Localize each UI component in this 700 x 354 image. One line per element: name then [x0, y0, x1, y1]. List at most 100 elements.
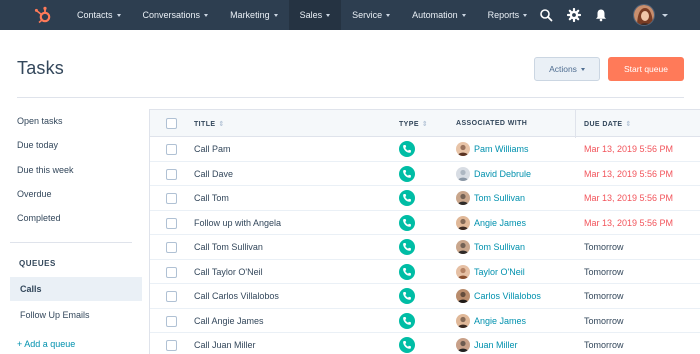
associated-contact-link[interactable]: Tom Sullivan: [474, 242, 525, 252]
bell-icon[interactable]: [594, 8, 608, 22]
due-date: Tomorrow: [584, 266, 624, 277]
sidebar-item-completed[interactable]: Completed: [17, 213, 61, 223]
chevron-down-icon: [461, 13, 466, 17]
phone-icon: [399, 190, 415, 206]
gear-icon[interactable]: [567, 8, 581, 22]
actions-button[interactable]: Actions: [534, 57, 600, 81]
table-row[interactable]: Call Tom Sullivan Tom Sullivan Tomorrow: [150, 235, 700, 260]
page-title: Tasks: [17, 58, 65, 78]
nav-item-label: Sales: [299, 10, 323, 20]
associated-contact-link[interactable]: Angie James: [474, 316, 526, 326]
column-header-title[interactable]: TITLE ⇕: [194, 120, 225, 128]
associated-contact-link[interactable]: Angie James: [474, 218, 526, 228]
task-title[interactable]: Call Pam: [194, 144, 231, 154]
task-title[interactable]: Call Juan Miller: [194, 340, 256, 350]
row-checkbox[interactable]: [166, 266, 177, 278]
row-checkbox[interactable]: [166, 217, 177, 229]
task-title[interactable]: Follow up with Angela: [194, 218, 281, 228]
nav-item-sales[interactable]: Sales: [288, 0, 342, 30]
chevron-down-icon: [580, 67, 585, 71]
chevron-down-icon: [273, 13, 278, 17]
table-row[interactable]: Call Carlos Villalobos Carlos Villalobos T…: [150, 284, 700, 309]
associated-contact-link[interactable]: Carlos Villalobos: [474, 291, 541, 301]
sidebar-item-label: Calls: [20, 284, 42, 294]
contact-avatar: [456, 215, 470, 230]
sort-icon: ⇕: [218, 121, 225, 128]
phone-icon: [399, 165, 415, 182]
table-row[interactable]: Call Tom Tom Sullivan Mar 13, 2019 5:56 PM: [150, 186, 700, 211]
task-title[interactable]: Call Carlos Villalobos: [194, 291, 279, 301]
add-queue-link[interactable]: + Add a queue: [17, 339, 75, 349]
row-checkbox[interactable]: [166, 291, 177, 302]
column-header-due-date[interactable]: DUE DATE ⇕: [584, 120, 632, 128]
phone-icon: [399, 263, 415, 280]
task-title[interactable]: Call Dave: [194, 169, 233, 179]
table-header: TITLE ⇕ TYPE ⇕ ASSOCIATED WITH DUE DATE ⇕: [150, 109, 700, 138]
due-date: Mar 13, 2019 5:56 PM: [584, 144, 674, 154]
row-checkbox[interactable]: [166, 193, 177, 204]
table-row[interactable]: Call Juan Miller Juan Miller Tomorrow: [150, 333, 700, 354]
due-date: Tomorrow: [584, 242, 624, 252]
contact-avatar: [456, 240, 470, 254]
table-row[interactable]: Call Angie James Angie James Tomorrow: [150, 309, 700, 333]
row-checkbox[interactable]: [166, 315, 177, 327]
table-row[interactable]: Call Pam Pam Williams Mar 13, 2019 5:56 PM: [150, 137, 700, 162]
associated-contact-link[interactable]: Tom Sullivan: [474, 193, 525, 203]
contact-avatar: [456, 142, 470, 156]
contact-avatar: [456, 289, 470, 303]
contact-avatar: [456, 338, 470, 352]
nav-item-marketing[interactable]: Marketing: [219, 0, 289, 30]
sidebar-item-due-this-week[interactable]: Due this week: [17, 165, 74, 175]
nav-item-service[interactable]: Service: [341, 0, 401, 30]
task-title[interactable]: Call Tom: [194, 193, 229, 203]
top-nav: Contacts Conversations Marketing Sales Servi…: [0, 0, 700, 30]
due-date: Mar 13, 2019 5:56 PM: [584, 217, 674, 228]
table-row[interactable]: Call Taylor O'Neil Taylor O'Neil Tomorrow: [150, 260, 700, 284]
due-date: Tomorrow: [584, 340, 624, 350]
table-row[interactable]: Follow up with Angela Angie James Mar 13, …: [150, 211, 700, 235]
column-header-associated: ASSOCIATED WITH: [456, 120, 528, 127]
select-all-checkbox[interactable]: [166, 118, 177, 129]
associated-contact-link[interactable]: David Debrule: [474, 169, 531, 179]
chevron-down-icon[interactable]: [662, 14, 668, 17]
row-checkbox[interactable]: [166, 144, 177, 155]
table-row[interactable]: Call Dave David Debrule Mar 13, 2019 5:56 …: [150, 162, 700, 186]
phone-icon: [399, 337, 415, 353]
sidebar-item-open-tasks[interactable]: Open tasks: [17, 116, 63, 126]
nav-item-label: Automation: [412, 10, 458, 20]
actions-button-label: Actions: [549, 64, 577, 74]
due-date: Mar 13, 2019 5:56 PM: [584, 168, 674, 179]
nav-item-conversations[interactable]: Conversations: [132, 0, 220, 30]
column-header-type[interactable]: TYPE ⇕: [399, 120, 428, 128]
nav-item-label: Marketing: [230, 10, 270, 20]
hubspot-logo-icon[interactable]: [33, 6, 53, 24]
phone-icon: [399, 214, 415, 231]
sidebar-item-due-today[interactable]: Due today: [17, 140, 58, 150]
nav-item-reports[interactable]: Reports: [477, 0, 539, 30]
task-title[interactable]: Call Angie James: [194, 316, 264, 326]
contact-avatar: [456, 191, 470, 205]
row-checkbox[interactable]: [166, 242, 177, 253]
nav-item-label: Service: [352, 10, 383, 20]
nav-item-contacts[interactable]: Contacts: [66, 0, 132, 30]
nav-item-automation[interactable]: Automation: [401, 0, 477, 30]
task-title[interactable]: Call Tom Sullivan: [194, 242, 263, 252]
sort-icon: ⇕: [625, 121, 632, 128]
phone-icon: [399, 239, 415, 255]
search-icon[interactable]: [539, 8, 553, 22]
user-avatar[interactable]: [633, 4, 655, 26]
sidebar-item-overdue[interactable]: Overdue: [17, 189, 52, 199]
start-queue-button[interactable]: Start queue: [608, 57, 684, 81]
nav-item-label: Conversations: [142, 10, 201, 20]
associated-contact-link[interactable]: Taylor O'Neil: [474, 267, 525, 277]
phone-icon: [399, 312, 415, 329]
row-checkbox[interactable]: [166, 168, 177, 180]
contact-avatar: [456, 313, 470, 328]
row-checkbox[interactable]: [166, 340, 177, 351]
sidebar-item-follow-up-emails[interactable]: Follow Up Emails: [20, 310, 90, 320]
contact-avatar: [456, 166, 470, 181]
task-title[interactable]: Call Taylor O'Neil: [194, 267, 263, 277]
associated-contact-link[interactable]: Pam Williams: [474, 144, 529, 154]
associated-contact-link[interactable]: Juan Miller: [474, 340, 518, 350]
chevron-down-icon: [386, 13, 391, 17]
